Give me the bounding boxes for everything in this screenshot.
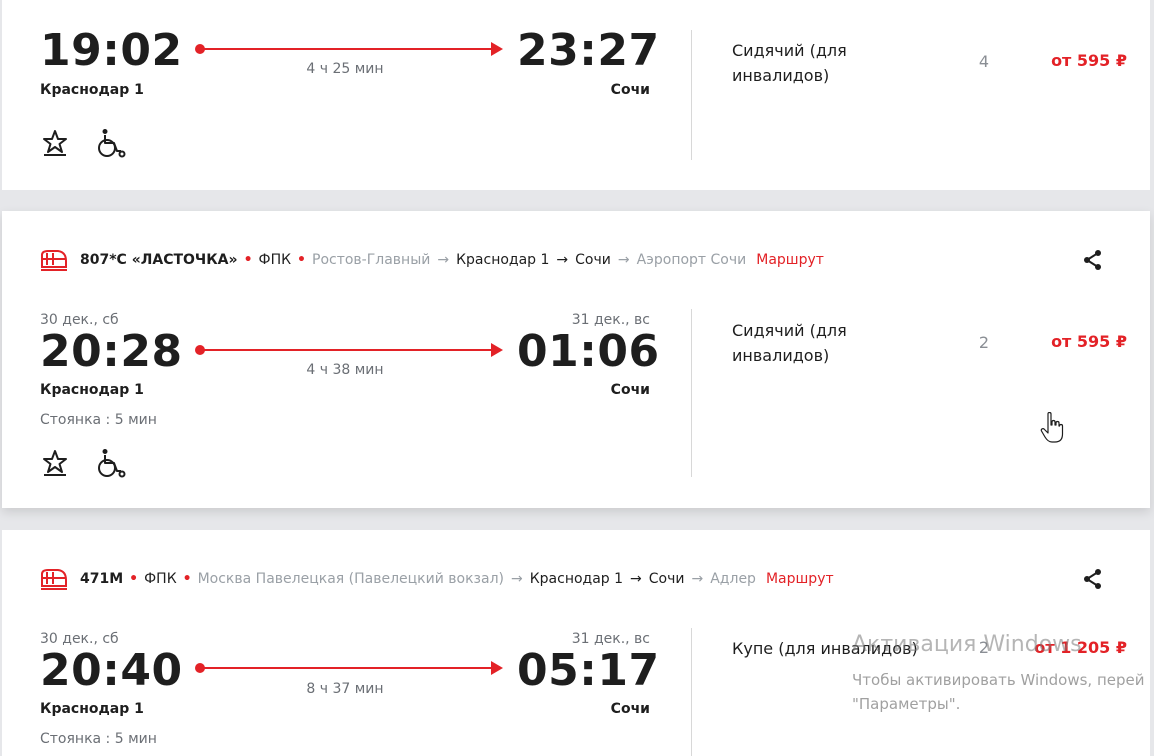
share-icon[interactable] <box>1082 249 1104 271</box>
hand-cursor-icon <box>1040 412 1064 443</box>
share-icon[interactable] <box>1082 568 1104 590</box>
train-number[interactable]: 471М <box>80 571 123 587</box>
price-button[interactable]: от 595 ₽ <box>1027 51 1127 70</box>
route-station-start: Москва Павелецкая (Павелецкий вокзал) <box>197 571 504 587</box>
windows-activation-watermark-text: Чтобы активировать Windows, перей "Парам… <box>852 668 1145 716</box>
route-arrow-icon: → <box>437 252 450 268</box>
departure-time: 19:02 <box>40 25 183 76</box>
train-header: 471М • ФПК • Москва Павелецкая (Павелецк… <box>40 567 834 591</box>
wheelchair-icon[interactable] <box>96 128 126 160</box>
star-podium-icon[interactable] <box>40 128 70 160</box>
route-station-to: Сочи <box>575 252 611 268</box>
watermark-line: Чтобы активировать Windows, перей <box>852 671 1145 689</box>
departure-station: Краснодар 1 <box>40 382 144 398</box>
route-link[interactable]: Маршрут <box>766 571 834 587</box>
train-header: 807*С «ЛАСТОЧКА» • ФПК • Ростов-Главный … <box>40 248 824 272</box>
route-station-end: Аэропорт Сочи <box>636 252 747 268</box>
route-arrow <box>195 343 503 357</box>
route-arrow <box>195 42 503 56</box>
arrival-time: 05:17 <box>517 645 660 696</box>
route-arrow-icon: → <box>510 571 523 587</box>
departure-station: Краснодар 1 <box>40 701 144 717</box>
arrival-station: Сочи <box>610 82 650 98</box>
stop-duration: Стоянка : 5 мин <box>40 412 157 428</box>
star-podium-icon[interactable] <box>40 448 70 480</box>
divider <box>691 30 692 160</box>
route-arrow-icon: → <box>617 252 630 268</box>
trip-card-1: 19:02 4 ч 25 мин 23:27 Краснодар 1 Сочи … <box>2 0 1150 190</box>
trip-duration: 4 ч 25 мин <box>306 61 384 77</box>
watermark-line: "Параметры". <box>852 695 961 713</box>
seat-count: 4 <box>978 52 990 71</box>
separator-dot: • <box>129 571 139 587</box>
arrival-station: Сочи <box>610 382 650 398</box>
seat-type: Сидячий (для инвалидов) <box>732 41 847 85</box>
route-arrow-icon: → <box>630 571 642 587</box>
wheelchair-icon[interactable] <box>96 448 126 480</box>
windows-activation-watermark-title: Активация Windows <box>852 632 1082 657</box>
train-icon <box>41 250 67 271</box>
seat-type: Сидячий (для инвалидов) <box>732 321 847 365</box>
arrival-time: 01:06 <box>517 326 660 377</box>
trip-duration: 8 ч 37 мин <box>306 681 384 697</box>
departure-time: 20:28 <box>40 326 183 377</box>
departure-time: 20:40 <box>40 645 183 696</box>
route-station-start: Ростов-Главный <box>312 252 431 268</box>
seat-count: 2 <box>978 333 990 352</box>
route-station-from: Краснодар 1 <box>456 252 550 268</box>
trip-duration: 4 ч 38 мин <box>306 362 384 378</box>
divider <box>691 309 692 477</box>
route-station-end: Адлер <box>710 571 756 587</box>
route-arrow-icon: → <box>691 571 704 587</box>
route-station-from: Краснодар 1 <box>529 571 624 587</box>
stop-duration: Стоянка : 5 мин <box>40 731 157 747</box>
separator-dot: • <box>297 252 306 268</box>
arrival-station: Сочи <box>610 701 650 717</box>
route-station-to: Сочи <box>648 571 685 587</box>
company: ФПК <box>258 252 292 268</box>
separator-dot: • <box>243 252 253 268</box>
route-arrow-icon: → <box>556 252 569 268</box>
route-link[interactable]: Маршрут <box>756 252 824 268</box>
route-arrow <box>195 661 503 675</box>
price-button[interactable]: от 595 ₽ <box>1027 332 1127 351</box>
train-icon <box>41 569 67 590</box>
departure-station: Краснодар 1 <box>40 82 144 98</box>
trip-card-2: 807*С «ЛАСТОЧКА» • ФПК • Ростов-Главный … <box>2 211 1150 508</box>
divider <box>691 628 692 756</box>
company: ФПК <box>144 571 177 587</box>
separator-dot: • <box>182 571 192 587</box>
arrival-time: 23:27 <box>517 25 660 76</box>
train-number[interactable]: 807*С «ЛАСТОЧКА» <box>80 252 238 268</box>
